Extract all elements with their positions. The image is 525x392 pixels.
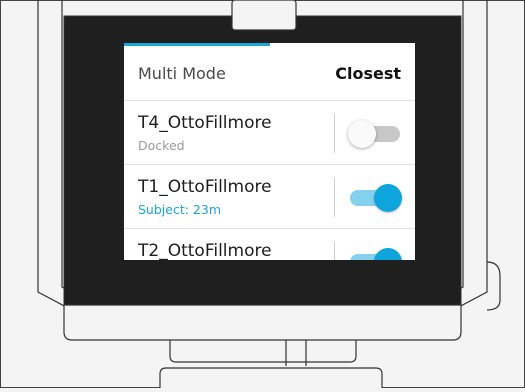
screen-header: Multi Mode Closest [124, 46, 415, 101]
device-row-t2[interactable]: T2_OttoFillmore [124, 229, 415, 260]
row-divider [334, 177, 335, 217]
toggle-knob [348, 120, 376, 148]
device-row-t1[interactable]: T1_OttoFillmore Subject: 23m [124, 165, 415, 229]
device-status: Docked [138, 138, 185, 153]
device-toggle[interactable] [348, 120, 402, 148]
device-row-t4[interactable]: T4_OttoFillmore Docked [124, 101, 415, 165]
toggle-knob [374, 248, 402, 260]
row-divider [334, 241, 335, 260]
row-divider [334, 113, 335, 153]
device-name: T1_OttoFillmore [138, 177, 272, 197]
toggle-knob [374, 184, 402, 212]
device-name: T2_OttoFillmore [138, 241, 272, 260]
sort-button[interactable]: Closest [335, 64, 401, 83]
device-illustration: Multi Mode Closest T4_OttoFillmore Docke… [0, 0, 525, 388]
device-status: Subject: 23m [138, 202, 221, 217]
mode-label: Multi Mode [138, 63, 226, 83]
device-screen: Multi Mode Closest T4_OttoFillmore Docke… [124, 43, 415, 260]
device-name: T4_OttoFillmore [138, 113, 272, 133]
device-toggle[interactable] [350, 248, 402, 260]
device-toggle[interactable] [350, 184, 402, 212]
